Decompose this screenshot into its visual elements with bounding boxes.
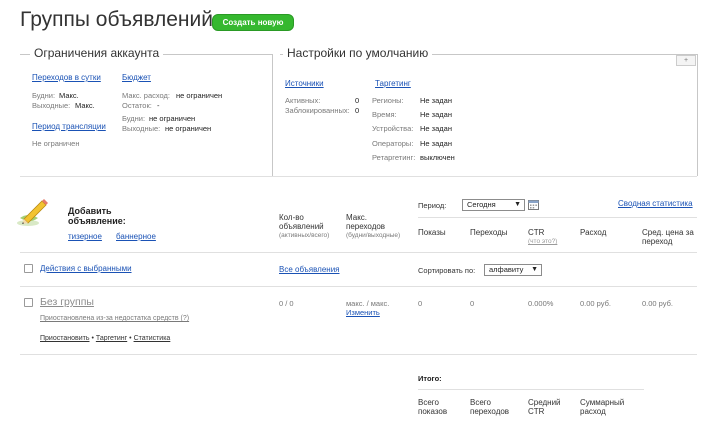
change-max-clicks-link[interactable]: Изменить [346,308,380,317]
default-settings-title: Настройки по умолчанию [283,46,433,60]
max-spend-value: не ограничен [176,91,223,100]
regions-value: Не задан [420,96,452,105]
budget-weekends-label: Выходные: [122,124,161,133]
col-ad-count-label: Кол-во объявлений [279,213,324,231]
group-divider [20,354,697,355]
blocked-sources-value: 0 [355,106,360,115]
dropdown-arrow-icon: ▼ [514,201,521,208]
devices-label: Устройства: [372,124,414,133]
add-ad-title: Добавить объявление: [68,206,126,226]
active-sources-value: 0 [355,96,360,105]
retargeting-label: Ретаргетинг: [372,153,416,162]
sort-select-value: алфавиту [489,265,524,274]
group-clicks: 0 [470,299,475,308]
budget-weekdays-value: не ограничен [149,114,196,123]
targeting-link[interactable]: Таргетинг [375,79,411,88]
period-divider [418,217,697,218]
balance-value: - [157,101,160,110]
col-ad-count-sub: (активных/всего) [279,232,330,239]
active-sources-label: Активных: [285,96,321,105]
clicks-weekends-value: Макс. [75,101,95,110]
clicks-weekends-label: Выходные: [32,101,71,110]
col-ctr-label: CTR [528,228,545,237]
bulk-divider [20,286,697,287]
select-all-checkbox[interactable] [24,264,33,273]
average-ctr: Средний CTR [528,398,561,416]
operators-value: Не задан [420,139,452,148]
col-impressions: Показы [418,228,446,237]
group-name-link[interactable]: Без группы [40,296,94,308]
retargeting-value: выключен [420,153,455,162]
time-label: Время: [372,110,397,119]
add-banner-link[interactable]: баннерное [116,232,156,241]
col-ctr: CTR (что это?) [528,228,557,246]
budget-weekends-value: не ограничен [165,124,212,133]
panels-bottom-border [20,176,697,177]
sort-select[interactable]: алфавиту ▼ [484,264,542,276]
devices-value: Не задан [420,124,452,133]
regions-label: Регионы: [372,96,404,105]
group-targeting-link[interactable]: Таргетинг [96,335,127,342]
sort-label: Сортировать по: [418,266,476,275]
group-ctr: 0.000% [528,299,554,308]
bulk-actions-link[interactable]: Действия с выбранными [40,264,132,273]
col-spend: Расход [580,228,607,237]
total-clicks: Всего переходов [470,398,510,416]
group-stats-link[interactable]: Статистика [134,335,171,342]
pause-group-link[interactable]: Приостановить [40,335,90,342]
col-avg-price: Сред. цена за переход [642,228,694,246]
clicks-weekdays-label: Будни: [32,91,56,100]
period-label: Период: [418,201,447,210]
group-max-clicks: макс. / макс. [346,299,390,308]
totals-title: Итого: [418,374,442,383]
separator: • [129,335,132,342]
group-avg-price: 0.00 руб. [642,299,673,308]
broadcast-period-link[interactable]: Период трансляции [32,122,106,131]
sources-link[interactable]: Источники [285,79,324,88]
panel-divider [272,54,273,176]
total-spend: Суммарный расход [580,398,625,416]
group-impressions: 0 [418,299,423,308]
max-spend-label: Макс. расход: [122,91,171,100]
calendar-icon[interactable] [528,199,539,210]
col-ad-count: Кол-во объявлений (активных/всего) [279,213,334,240]
col-max-clicks-label: Макс. переходов [346,213,386,231]
period-select-value: Сегодня [467,200,496,209]
header-divider [20,252,697,253]
totals-divider [418,389,644,390]
time-value: Не задан [420,110,452,119]
group-status-link[interactable]: Приостановлена из-за недостатка средств … [40,315,189,322]
col-max-clicks: Макс. переходов (будни/выходные) [346,213,408,240]
broadcast-period-value: Не ограничен [32,139,80,148]
account-limits-title: Ограничения аккаунта [30,46,164,60]
add-teaser-link[interactable]: тизерное [68,232,102,241]
pencil-icon [14,196,50,228]
summary-stats-link[interactable]: Сводная статистика [618,199,693,208]
group-ad-count: 0 / 0 [279,299,294,308]
page-title: Группы объявлений [20,8,213,31]
operators-label: Операторы: [372,139,414,148]
clicks-per-day-link[interactable]: Переходов в сутки [32,73,101,82]
budget-weekdays-label: Будни: [122,114,146,123]
blocked-sources-label: Заблокированных: [285,106,350,115]
col-clicks: Переходы [470,228,508,237]
group-actions: Приостановить • Таргетинг • Статистика [40,335,170,342]
balance-label: Остаток: [122,101,152,110]
total-impressions: Всего показов [418,398,448,416]
period-select[interactable]: Сегодня ▼ [462,199,525,211]
group-checkbox[interactable] [24,298,33,307]
all-ads-link[interactable]: Все объявления [279,265,340,274]
create-group-button[interactable]: Создать новую [212,14,294,31]
dropdown-arrow-icon: ▼ [531,266,538,273]
col-max-clicks-sub: (будни/выходные) [346,232,401,239]
separator: • [91,335,94,342]
ctr-help-link[interactable]: (что это?) [528,237,557,246]
budget-link[interactable]: Бюджет [122,73,151,82]
defaults-right-border [697,54,698,176]
clicks-weekdays-value: Макс. [59,91,79,100]
group-spend: 0.00 руб. [580,299,611,308]
collapse-button[interactable]: + [676,55,696,66]
